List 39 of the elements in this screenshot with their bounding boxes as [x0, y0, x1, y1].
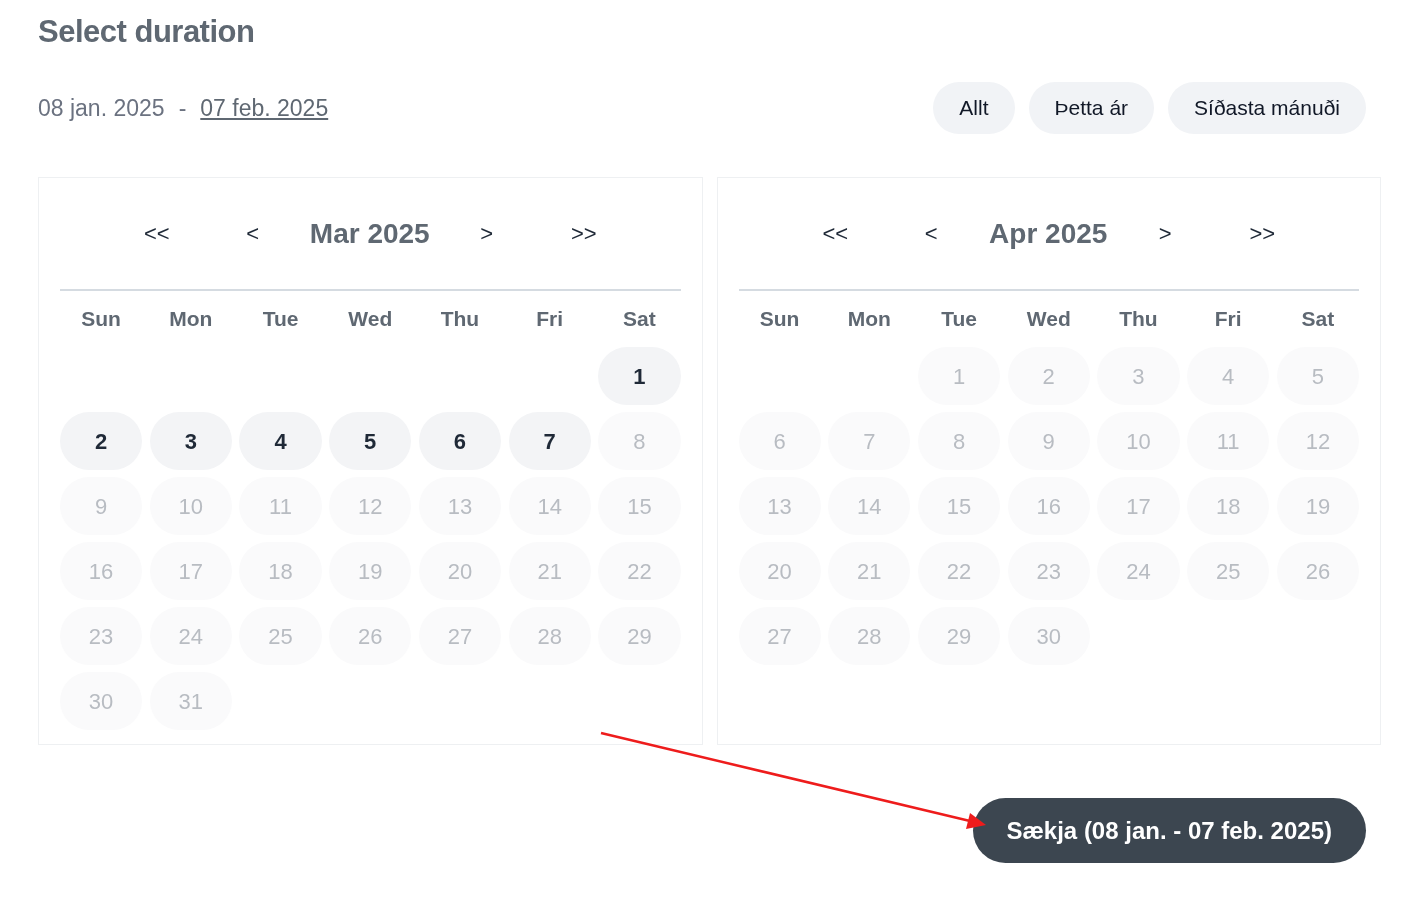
end-date-link[interactable]: 07 feb. 2025	[200, 90, 329, 126]
previous-month-button[interactable]: <	[901, 217, 962, 250]
weekday-label: Tue	[261, 306, 300, 333]
weekday-label: Thu	[439, 306, 481, 333]
fetch-button[interactable]: Sækja (08 jan. - 07 feb. 2025)	[972, 798, 1366, 863]
next-month-button[interactable]: >	[1135, 217, 1196, 250]
page-title: Select duration	[38, 13, 256, 51]
previous-year-button[interactable]: <<	[126, 217, 187, 250]
date-separator: -	[178, 93, 187, 123]
weekday-label: Sun	[80, 306, 122, 333]
preset-button[interactable]: Síðasta mánuði	[1168, 82, 1366, 134]
next-year-button[interactable]: >>	[1232, 217, 1293, 250]
preset-button[interactable]: Allt	[933, 82, 1015, 134]
weekday-label: Fri	[1213, 306, 1243, 333]
month-title: Mar 2025	[308, 216, 431, 251]
preset-button[interactable]: Þetta ár	[1028, 82, 1155, 134]
previous-month-button[interactable]: <	[222, 217, 283, 250]
next-month-button[interactable]: >	[456, 217, 517, 250]
weekday-label: Wed	[1025, 306, 1072, 333]
day-cell[interactable]: 7	[508, 412, 591, 470]
weekday-label: Fri	[535, 306, 565, 333]
start-date: 08 jan. 2025	[38, 93, 165, 123]
weekday-label: Wed	[347, 306, 394, 333]
weekday-label: Mon	[846, 306, 892, 333]
weekday-label: Sat	[1300, 306, 1336, 333]
day-cell[interactable]: 3	[149, 412, 232, 470]
weekday-label: Sun	[758, 306, 801, 333]
day-cell[interactable]: 1	[598, 347, 681, 405]
weekday-label: Tue	[940, 306, 978, 333]
weekday-label: Thu	[1118, 306, 1159, 333]
month-title: Apr 2025	[988, 216, 1109, 251]
next-year-button[interactable]: >>	[553, 217, 614, 250]
weekday-label: Mon	[168, 306, 214, 333]
day-cell[interactable]: 5	[329, 412, 412, 470]
weekday-label: Sat	[622, 306, 657, 333]
day-cell[interactable]: 2	[60, 412, 143, 470]
previous-year-button[interactable]: <<	[805, 217, 866, 250]
day-cell[interactable]: 6	[418, 412, 502, 470]
day-cell[interactable]: 4	[239, 412, 322, 470]
